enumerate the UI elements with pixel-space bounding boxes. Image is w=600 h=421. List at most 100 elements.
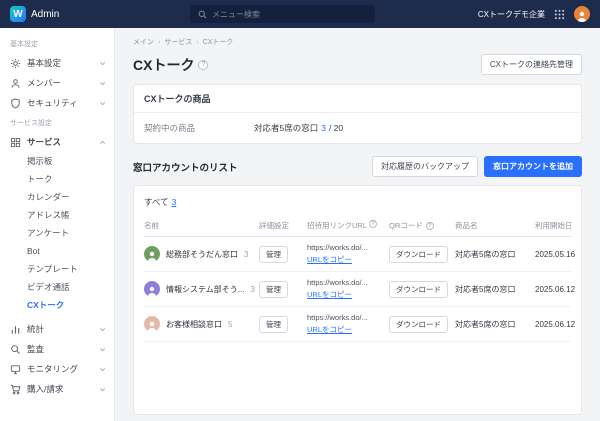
sidebar-item-monitoring[interactable]: モニタリング xyxy=(0,359,114,379)
sidebar-item-services[interactable]: サービス xyxy=(0,132,114,152)
account-name[interactable]: お客様相談窓口 xyxy=(166,319,222,330)
used-count-link[interactable]: 3 xyxy=(321,123,326,133)
gear-icon xyxy=(10,58,21,69)
user-avatar[interactable] xyxy=(574,6,590,22)
accounts-header-buttons: 対応履歴のバックアップ 窓口アカウントを追加 xyxy=(372,156,582,177)
sidebar-item-audit[interactable]: 監査 xyxy=(0,339,114,359)
filter-all-count: 3 xyxy=(172,197,177,207)
contract-label: 契約中の商品 xyxy=(144,122,254,134)
row-product-name: 対応者5席の窓口 xyxy=(455,249,535,260)
breadcrumb: メイン › サービス › CXトーク xyxy=(133,37,582,47)
chevron-down-icon xyxy=(99,366,106,373)
sidebar-item-label: セキュリティ xyxy=(27,97,78,109)
accounts-card: すべて3 名前 詳細設定 招待用リンクURL? QRコード? 商品名 利用開始日 xyxy=(133,185,582,415)
sidebar-item-purchase-billing[interactable]: 購入/請求 xyxy=(0,379,114,399)
sidebar-item-members[interactable]: メンバー xyxy=(0,73,114,93)
manage-button[interactable]: 管理 xyxy=(259,246,288,263)
account-avatar xyxy=(144,246,160,262)
topbar: W Admin CXトークデモ企業 xyxy=(0,0,600,28)
accounts-section-header: 窓口アカウントのリスト 対応履歴のバックアップ 窓口アカウントを追加 xyxy=(133,156,582,177)
company-name[interactable]: CXトークデモ企業 xyxy=(478,9,545,20)
row-start-date: 2025.06.12 xyxy=(535,285,575,294)
qr-help-icon[interactable]: ? xyxy=(426,222,434,230)
sidebar-item-basic-settings[interactable]: 基本設定 xyxy=(0,53,114,73)
sidebar-item-bot[interactable]: Bot xyxy=(0,242,114,260)
invite-url-help-icon[interactable]: ? xyxy=(369,220,377,228)
column-header-invite-url: 招待用リンクURL? xyxy=(307,220,389,231)
sidebar-item-label: モニタリング xyxy=(27,363,78,375)
sidebar-item-label: 基本設定 xyxy=(27,57,61,69)
account-member-count: 5 xyxy=(228,320,232,329)
sidebar-item-board[interactable]: 掲示板 xyxy=(0,152,114,170)
search-icon xyxy=(198,10,207,19)
table-row: 情報システム部そう... 3 管理 https://works.do/... U… xyxy=(144,272,571,307)
person-icon xyxy=(10,78,21,89)
contact-management-button[interactable]: CXトークの連絡先管理 xyxy=(481,54,582,75)
account-avatar xyxy=(144,281,160,297)
sidebar-item-talk[interactable]: トーク xyxy=(0,170,114,188)
copy-url-link[interactable]: URLをコピー xyxy=(307,324,352,335)
account-name[interactable]: 総務部そうだん窓口 xyxy=(166,249,238,260)
breadcrumb-separator: › xyxy=(158,39,160,46)
breadcrumb-item-main[interactable]: メイン xyxy=(133,37,154,47)
product-card-body: 契約中の商品 対応者5席の窓口 3 / 20 xyxy=(134,113,581,143)
table-header: 名前 詳細設定 招待用リンクURL? QRコード? 商品名 利用開始日 xyxy=(144,216,571,237)
column-header-product: 商品名 xyxy=(455,220,535,231)
column-header-qr: QRコード? xyxy=(389,220,455,231)
breadcrumb-item-service[interactable]: サービス xyxy=(164,37,192,47)
audit-magnifier-icon xyxy=(10,344,21,355)
sidebar-item-security[interactable]: セキュリティ xyxy=(0,93,114,113)
sidebar-item-contacts[interactable]: アドレス帳 xyxy=(0,206,114,224)
sidebar-item-calendar[interactable]: カレンダー xyxy=(0,188,114,206)
column-header-settings: 詳細設定 xyxy=(259,220,307,231)
invite-url-link[interactable]: https://works.do/... xyxy=(307,313,368,322)
breadcrumb-item-cx-talk[interactable]: CXトーク xyxy=(203,37,234,47)
account-name[interactable]: 情報システム部そう... xyxy=(166,284,244,295)
sidebar-item-cx-talk[interactable]: CXトーク xyxy=(0,296,114,314)
accounts-table: 名前 詳細設定 招待用リンクURL? QRコード? 商品名 利用開始日 xyxy=(144,216,571,342)
brand[interactable]: W Admin xyxy=(10,6,160,22)
filter-all-tab[interactable]: すべて3 xyxy=(144,196,571,208)
table-row: お客様相談窓口 5 管理 https://works.do/... URLをコピ… xyxy=(144,307,571,342)
sidebar-item-survey[interactable]: アンケート xyxy=(0,224,114,242)
cart-icon xyxy=(10,384,21,395)
qr-download-button[interactable]: ダウンロード xyxy=(389,281,448,298)
row-product-name: 対応者5席の窓口 xyxy=(455,319,535,330)
sidebar-item-template[interactable]: テンプレート xyxy=(0,260,114,278)
chevron-down-icon xyxy=(99,100,106,107)
page-title: CXトーク xyxy=(133,55,194,75)
apps-grid-icon[interactable] xyxy=(554,9,565,20)
sidebar-item-statistics[interactable]: 統計 xyxy=(0,319,114,339)
account-member-count: 3 xyxy=(244,250,248,259)
sidebar-section-basic: 基本設定 xyxy=(0,34,114,53)
chevron-down-icon xyxy=(99,60,106,67)
sidebar-item-label: サービス xyxy=(27,136,61,148)
manage-button[interactable]: 管理 xyxy=(259,281,288,298)
shield-icon xyxy=(10,98,21,109)
add-account-button[interactable]: 窓口アカウントを追加 xyxy=(484,156,582,177)
contract-product-name: 対応者5席の窓口 xyxy=(254,122,318,134)
copy-url-link[interactable]: URLをコピー xyxy=(307,289,352,300)
manage-button[interactable]: 管理 xyxy=(259,316,288,333)
brand-admin-label: Admin xyxy=(31,9,59,20)
qr-download-button[interactable]: ダウンロード xyxy=(389,316,448,333)
column-header-name: 名前 xyxy=(144,220,259,231)
chevron-down-icon xyxy=(99,386,106,393)
total-count: / 20 xyxy=(329,123,343,133)
page-help-icon[interactable]: ? xyxy=(198,60,208,70)
services-grid-icon xyxy=(10,137,21,148)
backup-button[interactable]: 対応履歴のバックアップ xyxy=(372,156,478,177)
account-avatar xyxy=(144,316,160,332)
invite-url-link[interactable]: https://works.do/... xyxy=(307,278,368,287)
search-input[interactable] xyxy=(212,10,367,19)
chevron-up-icon xyxy=(99,139,106,146)
copy-url-link[interactable]: URLをコピー xyxy=(307,254,352,265)
title-row: CXトーク ? CXトークの連絡先管理 xyxy=(133,54,582,75)
breadcrumb-separator: › xyxy=(196,39,198,46)
qr-download-button[interactable]: ダウンロード xyxy=(389,246,448,263)
sidebar-item-label: 統計 xyxy=(27,323,44,335)
invite-url-link[interactable]: https://works.do/... xyxy=(307,243,368,252)
sidebar-item-label: 購入/請求 xyxy=(27,383,63,395)
main-content: メイン › サービス › CXトーク CXトーク ? CXトークの連絡先管理 C… xyxy=(115,28,600,421)
sidebar-item-video-call[interactable]: ビデオ通話 xyxy=(0,278,114,296)
